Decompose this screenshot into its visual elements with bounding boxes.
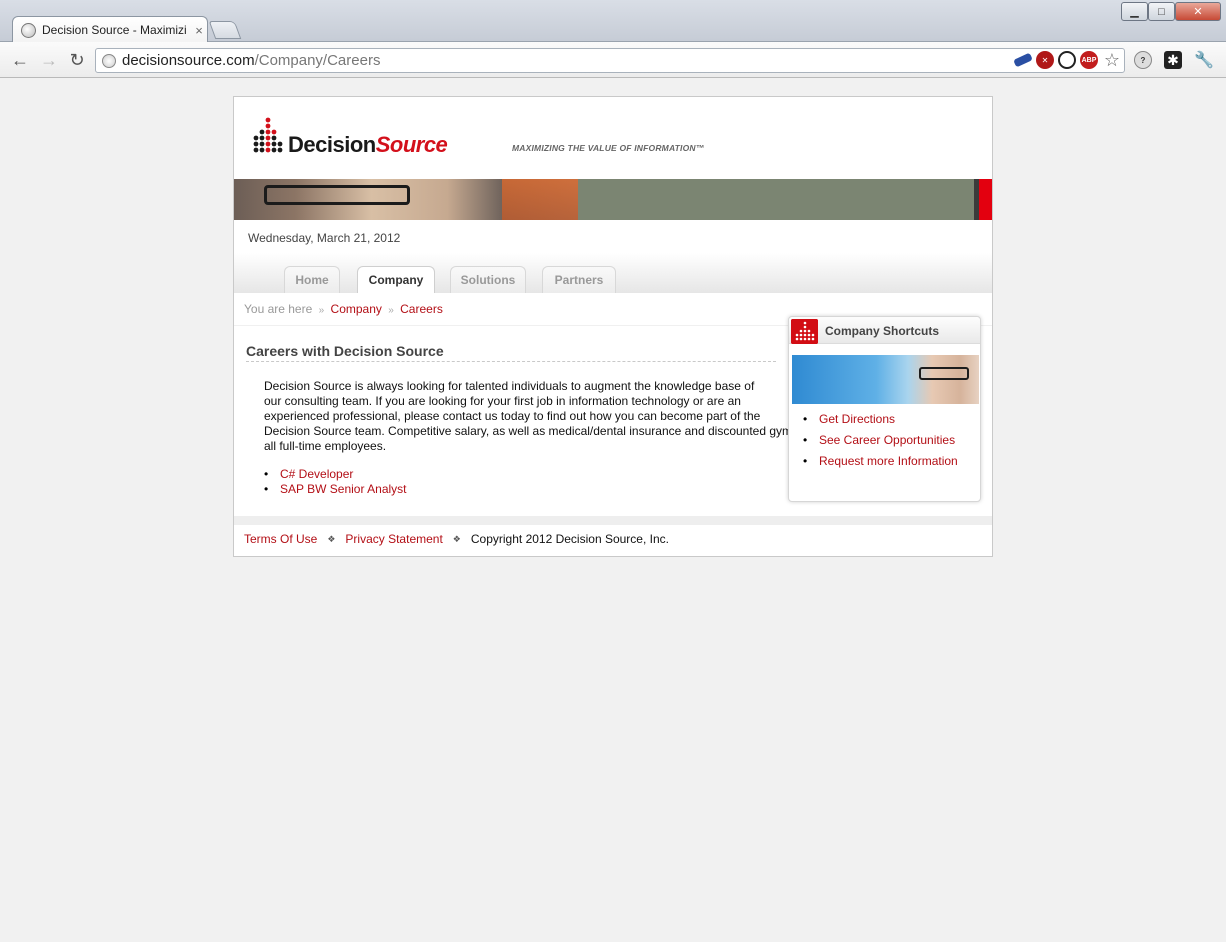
list-item: Request more Information: [803, 454, 958, 475]
maximize-button[interactable]: □: [1148, 2, 1175, 21]
company-shortcuts-panel: Company Shortcuts Get Directions See Car…: [788, 316, 981, 502]
nav-tab-solutions[interactable]: Solutions: [450, 266, 526, 293]
list-item: C# Developer: [264, 467, 407, 482]
page-viewport: DecisionSource MAXIMIZING THE VALUE OF I…: [0, 79, 1226, 942]
footer-separator-icon: ❖: [452, 533, 461, 544]
breadcrumb-company[interactable]: Company: [331, 302, 382, 316]
job-link-csharp-developer[interactable]: C# Developer: [280, 467, 353, 481]
shortcuts-header: Company Shortcuts: [789, 317, 980, 344]
reload-icon[interactable]: ↻: [67, 50, 87, 70]
browser-tab[interactable]: Decision Source - Maximizi ×: [12, 16, 208, 43]
site-header: DecisionSource MAXIMIZING THE VALUE OF I…: [234, 97, 992, 179]
new-tab-button[interactable]: [208, 21, 242, 39]
current-date: Wednesday, March 21, 2012: [248, 231, 401, 245]
shortcuts-title: Company Shortcuts: [825, 324, 940, 338]
logo-dots-icon: [253, 117, 283, 153]
extension-blocked-icon[interactable]: ✕: [1036, 51, 1054, 69]
list-item: SAP BW Senior Analyst: [264, 482, 407, 497]
breadcrumb-prefix: You are here: [244, 302, 313, 316]
browser-toolbar: ← → ↻ decisionsource.com /Company/Career…: [0, 42, 1226, 78]
minimize-button[interactable]: ▁: [1121, 2, 1148, 21]
banner-accent: [502, 179, 578, 220]
shortcuts-list: Get Directions See Career Opportunities …: [803, 412, 958, 475]
page-title: Careers with Decision Source: [246, 343, 776, 362]
url-host: decisionsource.com: [122, 52, 255, 69]
breadcrumb-separator: »: [388, 305, 394, 316]
adblock-icon[interactable]: ABP: [1080, 51, 1098, 69]
shortcuts-photo: [792, 355, 979, 404]
header-banner: [234, 179, 992, 220]
logo-dots-icon: [791, 319, 818, 344]
tab-title: Decision Source - Maximizi: [42, 23, 187, 37]
nav-tab-home[interactable]: Home: [284, 266, 340, 293]
breadcrumb-separator: »: [318, 305, 325, 316]
back-arrow-icon[interactable]: ←: [10, 50, 30, 70]
footer-separator-icon: ❖: [327, 533, 336, 544]
get-directions-link[interactable]: Get Directions: [819, 412, 895, 426]
breadcrumb-careers[interactable]: Careers: [400, 302, 443, 316]
job-list: C# Developer SAP BW Senior Analyst: [264, 467, 407, 497]
extension-chat-icon[interactable]: ?: [1134, 51, 1152, 69]
globe-icon: [21, 22, 36, 38]
list-item: See Career Opportunities: [803, 433, 958, 454]
address-bar[interactable]: decisionsource.com /Company/Careers: [95, 48, 1125, 73]
site-tagline: MAXIMIZING THE VALUE OF INFORMATION™: [512, 143, 705, 153]
career-opportunities-link[interactable]: See Career Opportunities: [819, 433, 955, 447]
terms-of-use-link[interactable]: Terms Of Use: [244, 532, 317, 546]
forward-arrow-icon[interactable]: →: [39, 50, 59, 70]
browser-titlebar: Decision Source - Maximizi × ▁ □ ✕: [0, 0, 1226, 43]
star-icon[interactable]: ☆: [1102, 50, 1122, 70]
extension-circle-icon[interactable]: [1058, 51, 1076, 69]
nav-tab-company[interactable]: Company: [357, 266, 435, 293]
tab-close-button[interactable]: ×: [191, 23, 207, 38]
site-logo[interactable]: DecisionSource: [288, 132, 448, 158]
breadcrumb: You are here » Company » Careers: [244, 302, 443, 316]
privacy-statement-link[interactable]: Privacy Statement: [345, 532, 442, 546]
main-nav: Home Company Solutions Partners: [234, 253, 992, 293]
nav-tab-partners[interactable]: Partners: [542, 266, 616, 293]
request-information-link[interactable]: Request more Information: [819, 454, 958, 468]
url-path: /Company/Careers: [254, 52, 381, 69]
close-window-button[interactable]: ✕: [1175, 2, 1221, 21]
list-item: Get Directions: [803, 412, 958, 433]
copyright-text: Copyright 2012 Decision Source, Inc.: [470, 532, 669, 546]
extension-grid-icon[interactable]: ✱: [1164, 51, 1182, 69]
footer-divider: [234, 516, 992, 525]
wrench-icon[interactable]: 🔧: [1194, 51, 1214, 69]
page-info-icon[interactable]: [102, 53, 116, 68]
job-link-sap-bw-analyst[interactable]: SAP BW Senior Analyst: [280, 482, 407, 496]
site-footer: Terms Of Use ❖ Privacy Statement ❖ Copyr…: [244, 532, 669, 546]
banner-red-strip: [979, 179, 992, 220]
